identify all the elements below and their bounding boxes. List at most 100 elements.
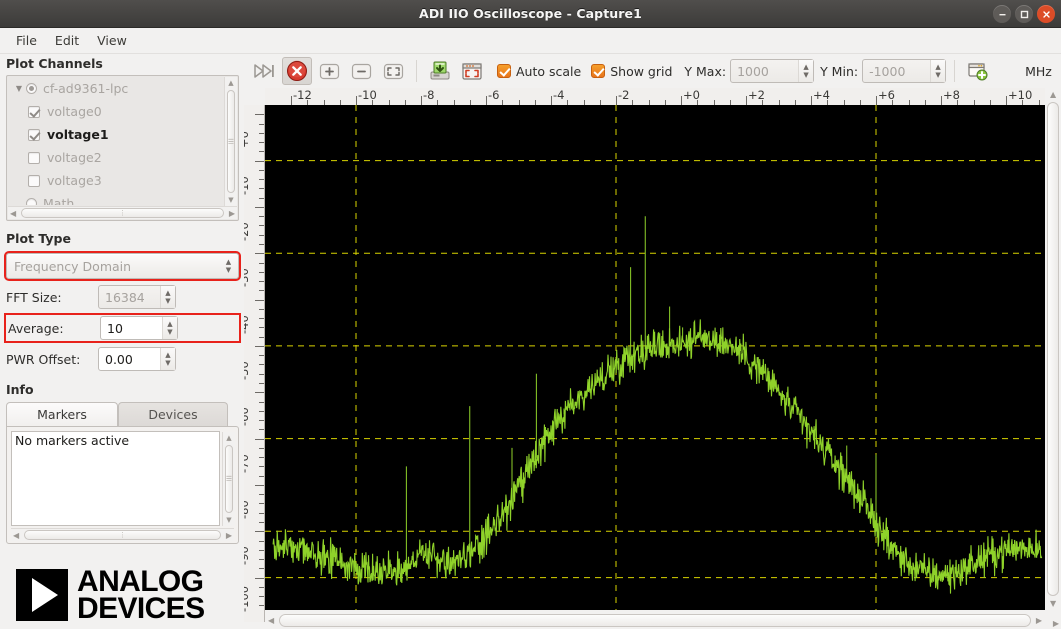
markers-vscrollbar[interactable]: ▲ ☰ ▼ <box>222 432 235 526</box>
auto-scale-checkbox-icon[interactable] <box>497 64 511 78</box>
y-min-stepper-icon[interactable]: ▲▼ <box>930 60 945 82</box>
voltage3-checkbox[interactable] <box>28 175 40 187</box>
plot-vscroll-thumb[interactable] <box>1047 102 1059 596</box>
average-spin[interactable]: 10 ▲▼ <box>100 316 178 340</box>
fft-size-stepper-icon[interactable]: ▲▼ <box>160 286 175 308</box>
average-row: Average: 10 ▲▼ <box>6 315 239 341</box>
plot-scroll-right-icon[interactable]: ▶ <box>1036 616 1042 625</box>
markers-vscroll-trough[interactable]: ☰ <box>225 445 233 513</box>
zoom-in-button[interactable] <box>314 57 344 85</box>
y-tick-label: -70 <box>244 454 251 473</box>
y-minor-tick <box>259 355 264 356</box>
plot-type-combo[interactable]: Frequency Domain ▲▼ <box>6 253 239 279</box>
plot-area: -12-10-8-6-4-2+0+2+4+6+8+10 +0-10-20-30-… <box>244 88 1061 629</box>
show-grid-check[interactable]: Show grid <box>591 64 672 79</box>
voltage0-checkbox[interactable] <box>28 106 40 118</box>
average-stepper-icon[interactable]: ▲▼ <box>162 317 177 339</box>
channel-list-vscrollbar[interactable]: ▲ ☰ ▼ <box>224 77 237 206</box>
plot-channels-list[interactable]: ▼ cf-ad9361-lpc voltage0 voltage1 voltag… <box>6 75 239 221</box>
y-max-stepper-icon[interactable]: ▲▼ <box>798 60 813 82</box>
menu-item-file[interactable]: File <box>7 30 46 51</box>
tab-markers[interactable]: Markers <box>6 402 118 427</box>
units-label: MHz <box>1025 64 1052 79</box>
menu-item-view[interactable]: View <box>88 30 136 51</box>
y-max-value: 1000 <box>737 64 798 79</box>
y-minor-tick <box>259 337 264 338</box>
save-button[interactable] <box>425 57 455 85</box>
markers-hscroll-grip-icon: ⋮ <box>119 531 126 539</box>
zoom-out-button[interactable] <box>346 57 376 85</box>
y-minor-tick <box>259 383 264 384</box>
tree-node-voltage2-label: voltage2 <box>47 150 102 165</box>
markers-scroll-down-icon[interactable]: ▼ <box>226 514 231 526</box>
chevron-updown-icon[interactable]: ▲▼ <box>221 254 236 278</box>
y-minor-tick <box>259 550 264 551</box>
y-minor-tick <box>259 494 264 495</box>
x-axis[interactable]: -12-10-8-6-4-2+0+2+4+6+8+10 <box>265 88 1045 106</box>
stop-button[interactable] <box>282 57 312 85</box>
plot-hscrollbar[interactable]: ◀ ▶ <box>265 612 1045 629</box>
markers-scroll-up-icon[interactable]: ▲ <box>226 432 231 444</box>
scroll-left-icon[interactable]: ◀ <box>10 207 16 220</box>
plot-vscrollbar[interactable]: ▲ ▼ <box>1045 88 1061 610</box>
pwr-offset-spin[interactable]: 0.00 ▲▼ <box>98 347 176 371</box>
tab-devices[interactable]: Devices <box>118 402 228 427</box>
menu-item-edit[interactable]: Edit <box>46 30 88 51</box>
zoom-fit-button[interactable] <box>378 57 408 85</box>
vscroll-trough[interactable]: ☰ <box>227 90 235 193</box>
y-minor-tick <box>259 235 264 236</box>
y-axis[interactable]: +0-10-20-30-40-50-60-70-80-90-100 <box>244 105 265 622</box>
adi-logo-line1: ANALOG <box>77 568 205 596</box>
y-tick <box>255 253 264 254</box>
scroll-right-icon[interactable]: ▶ <box>229 207 235 220</box>
maximize-button[interactable] <box>1015 5 1033 23</box>
tree-node-device[interactable]: ▼ cf-ad9361-lpc <box>8 77 223 100</box>
y-minor-tick <box>259 587 264 588</box>
new-plot-button[interactable] <box>963 57 993 85</box>
plot-hscroll-thumb[interactable] <box>279 614 1031 627</box>
markers-scroll-left-icon[interactable]: ◀ <box>13 529 19 542</box>
show-grid-checkbox-icon[interactable] <box>591 64 605 78</box>
tree-node-voltage3[interactable]: voltage3 <box>8 169 223 192</box>
markers-hscrollbar[interactable]: ◀ ⋮ ▶ <box>11 528 234 541</box>
minimize-button[interactable] <box>993 5 1011 23</box>
menu-bar: File Edit View <box>0 28 1061 54</box>
voltage1-checkbox[interactable] <box>28 129 40 141</box>
plot-scroll-up-icon[interactable]: ▲ <box>1050 90 1056 99</box>
fft-size-spin[interactable]: 16384 ▲▼ <box>98 285 176 309</box>
expander-icon[interactable]: ▼ <box>12 85 26 93</box>
device-radio[interactable] <box>26 83 37 94</box>
tree-node-math[interactable]: Math <box>8 192 223 205</box>
math-radio[interactable] <box>26 198 37 205</box>
y-max-label: Y Max: <box>684 64 726 79</box>
auto-scale-check[interactable]: Auto scale <box>497 64 581 79</box>
x-tick <box>811 96 812 105</box>
fullscreen-button[interactable] <box>457 57 487 85</box>
scroll-down-icon[interactable]: ▼ <box>228 194 233 206</box>
x-tick-label: -10 <box>358 88 377 102</box>
close-button[interactable] <box>1037 5 1055 23</box>
play-forward-button[interactable] <box>250 57 280 85</box>
plot-scroll-left-icon[interactable]: ◀ <box>268 616 274 625</box>
scroll-up-icon[interactable]: ▲ <box>228 77 233 89</box>
y-tick-label: -100 <box>244 585 251 611</box>
resize-grip-icon[interactable]: ▶ <box>1053 619 1059 628</box>
y-minor-tick <box>259 198 264 199</box>
y-min-spin[interactable]: -1000 ▲▼ <box>862 59 946 83</box>
plot-scroll-down-icon[interactable]: ▼ <box>1050 599 1056 608</box>
markers-scroll-right-icon[interactable]: ▶ <box>226 529 232 542</box>
tree-node-voltage0[interactable]: voltage0 <box>8 100 223 123</box>
tree-node-voltage1[interactable]: voltage1 <box>8 123 223 146</box>
channel-list-hscrollbar[interactable]: ◀ ⋮ ▶ <box>8 206 237 219</box>
toolbar: Auto scale Show grid Y Max: 1000 ▲▼ Y Mi… <box>244 54 1061 88</box>
markers-textview[interactable]: No markers active <box>11 431 220 526</box>
tree-node-voltage2[interactable]: voltage2 <box>8 146 223 169</box>
y-max-spin[interactable]: 1000 ▲▼ <box>730 59 814 83</box>
hscroll-grip-icon: ⋮ <box>119 209 126 217</box>
y-tick <box>255 485 264 486</box>
y-tick <box>255 207 264 208</box>
voltage2-checkbox[interactable] <box>28 152 40 164</box>
plot-canvas[interactable] <box>265 105 1045 610</box>
pwr-offset-stepper-icon[interactable]: ▲▼ <box>160 348 175 370</box>
y-minor-tick <box>259 402 264 403</box>
